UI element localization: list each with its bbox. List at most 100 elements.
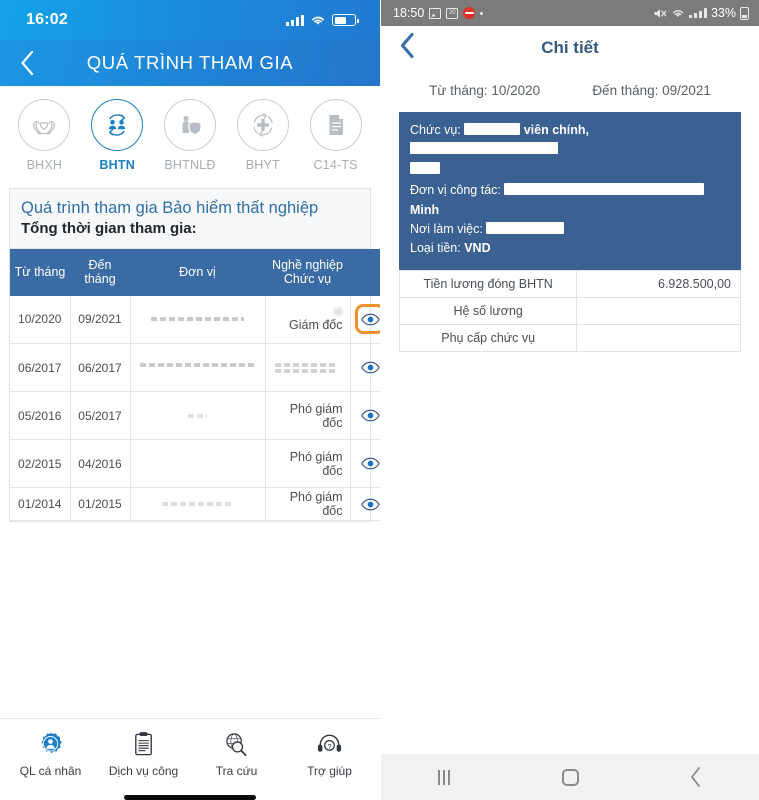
panel-title: Quá trình tham gia Bảo hiểm thất nghiệp xyxy=(21,199,319,217)
android-status-right: 33% xyxy=(653,6,749,20)
clipboard-icon xyxy=(134,731,152,755)
unit-label: Đơn vị công tác: xyxy=(410,183,501,198)
detail-value: 6.928.500,00 xyxy=(576,269,741,298)
ios-phone-screen: 16:02 QUÁ TRÌNH THAM GIA BHXH BHTN BHTNL… xyxy=(0,0,390,800)
participation-panel: Quá trình tham gia Bảo hiểm thất nghiệp … xyxy=(9,188,390,523)
category-icon-wrap xyxy=(309,99,362,151)
insurance-category-tabs: BHXH BHTN BHTNLĐ BHYT C14-TS xyxy=(0,86,380,180)
tabbar-item-public-services[interactable]: Dịch vụ công xyxy=(100,730,188,778)
category-tab-c14-ts[interactable]: C14-TS xyxy=(301,99,371,172)
category-icon-wrap xyxy=(236,99,289,151)
from-month-label: Từ tháng: 10/2020 xyxy=(429,83,541,98)
table-row[interactable]: 06/2017 06/2017 xyxy=(10,343,390,393)
category-icon-wrap xyxy=(18,99,71,151)
tabbar-item-lookup[interactable]: Tra cứu xyxy=(193,730,281,778)
panel-header: Quá trình tham gia Bảo hiểm thất nghiệp … xyxy=(10,189,370,249)
wifi-icon xyxy=(312,16,324,25)
category-tab-bhxh[interactable]: BHXH xyxy=(9,99,79,172)
two-people-arrows-icon xyxy=(108,114,126,136)
android-phone-screen: 18:50 20 33% Chi tiết Từ tháng: 10/2020 … xyxy=(380,0,759,800)
salary-detail-table: Tiền lương đóng BHTN 6.928.500,00 Hệ số … xyxy=(398,269,741,352)
redacted-box xyxy=(504,183,705,196)
column-header-to-month: Đến tháng xyxy=(70,248,130,296)
home-icon xyxy=(561,768,579,786)
ios-bottom-tabbar: QL cá nhân Dịch vụ công Tra cứu ? Trợ gi… xyxy=(0,718,380,790)
tabbar-item-personal[interactable]: QL cá nhân xyxy=(7,730,95,778)
unit-row: Đơn vị công tác: Minh xyxy=(410,181,730,220)
back-button[interactable] xyxy=(399,32,416,65)
eye-icon xyxy=(360,498,380,511)
position-label: Chức vụ: xyxy=(410,123,461,137)
category-label: BHTNLĐ xyxy=(164,158,216,172)
redacted-box xyxy=(464,123,521,135)
position-value: viên chính, xyxy=(523,123,590,137)
table-row[interactable]: 05/2016 05/2017 Phó giám đốc xyxy=(10,391,390,441)
chevron-left-icon xyxy=(400,32,414,59)
cell-unit-redacted xyxy=(130,295,266,345)
cell-to-month: 05/2017 xyxy=(70,391,131,441)
currency-value: VND xyxy=(464,241,491,256)
category-icon-wrap xyxy=(91,99,144,151)
position-row: Chức vụ: viên chính, xyxy=(410,121,730,179)
magnifier-globe-icon xyxy=(226,732,247,756)
to-month-label: Đến tháng: 09/2021 xyxy=(592,83,711,98)
redacted-box xyxy=(410,142,558,155)
eye-icon xyxy=(360,409,380,422)
home-button[interactable] xyxy=(540,762,600,792)
ios-status-bar: 16:02 xyxy=(0,0,380,40)
table-header-row: Từ tháng Đến tháng Đơn vị Nghề nghiệp Ch… xyxy=(10,248,390,296)
tabbar-item-help[interactable]: ? Trợ giúp xyxy=(286,730,374,778)
table-row[interactable]: 01/2014 01/2015 Phó giám đốc xyxy=(10,487,390,522)
category-tab-bhtn[interactable]: BHTN xyxy=(82,99,152,172)
page-title: Chi tiết xyxy=(541,38,599,57)
cell-to-month: 04/2016 xyxy=(70,439,131,489)
detail-label: Hệ số lương xyxy=(398,296,578,325)
cell-occupation: Phó giám đốc xyxy=(265,439,351,489)
dual-phone-screenshot: 16:02 QUÁ TRÌNH THAM GIA BHXH BHTN BHTNL… xyxy=(0,0,759,800)
table-row[interactable]: 10/2020 09/2021 ıó Giám đốc xyxy=(10,295,390,345)
recents-button[interactable] xyxy=(414,762,474,792)
table-row: Phụ cấp chức vụ xyxy=(398,323,741,352)
table-row: Tiền lương đóng BHTN 6.928.500,00 xyxy=(398,269,741,298)
detail-date-range: Từ tháng: 10/2020 Đến tháng: 09/2021 xyxy=(381,70,759,112)
content-spacer xyxy=(0,522,380,718)
table-row: Hệ số lương xyxy=(398,296,741,325)
android-app-bar: Chi tiết xyxy=(381,26,759,70)
ios-status-icons xyxy=(286,14,359,26)
document-lines-icon xyxy=(329,115,343,135)
signal-bars-icon xyxy=(688,8,707,18)
ios-navigation-bar: QUÁ TRÌNH THAM GIA xyxy=(0,40,380,86)
cell-occupation: Phó giám đốc xyxy=(265,487,351,522)
tab-icon-wrap xyxy=(132,730,156,758)
cell-from-month: 02/2015 xyxy=(10,439,71,489)
alarm-icon xyxy=(463,7,476,19)
cell-unit-redacted xyxy=(130,487,266,522)
cell-from-month: 06/2017 xyxy=(10,343,71,393)
battery-icon xyxy=(740,6,749,20)
dot-icon xyxy=(480,11,484,15)
category-tab-bhyt[interactable]: BHYT xyxy=(228,99,298,172)
workplace-row: Nơi làm việc: xyxy=(410,220,730,239)
category-label: BHYT xyxy=(245,158,280,172)
page-title: QUÁ TRÌNH THAM GIA xyxy=(86,52,294,73)
table-row[interactable]: 02/2015 04/2016 Phó giám đốc xyxy=(10,439,390,489)
detail-value xyxy=(576,323,741,352)
tab-label: QL cá nhân xyxy=(19,764,82,778)
back-button[interactable] xyxy=(14,50,40,76)
category-label: BHXH xyxy=(26,158,63,172)
person-gear-icon xyxy=(41,731,62,753)
cell-to-month: 09/2021 xyxy=(70,295,131,345)
eye-icon xyxy=(360,361,380,374)
worker-shield-icon xyxy=(182,115,202,136)
signal-bars-icon xyxy=(286,14,304,26)
category-icon-wrap xyxy=(163,99,216,151)
medical-cross-arrows-icon xyxy=(253,113,273,137)
tab-icon-wrap: ? xyxy=(316,730,343,758)
wifi-icon xyxy=(672,10,684,18)
hands-heart-icon xyxy=(33,120,56,135)
recents-icon xyxy=(438,769,450,785)
back-button[interactable] xyxy=(666,762,726,792)
category-tab-bhtnld[interactable]: BHTNLĐ xyxy=(155,99,225,172)
cell-from-month: 10/2020 xyxy=(10,295,71,345)
column-header-occupation: Nghề nghiệp Chức vụ xyxy=(265,248,350,296)
